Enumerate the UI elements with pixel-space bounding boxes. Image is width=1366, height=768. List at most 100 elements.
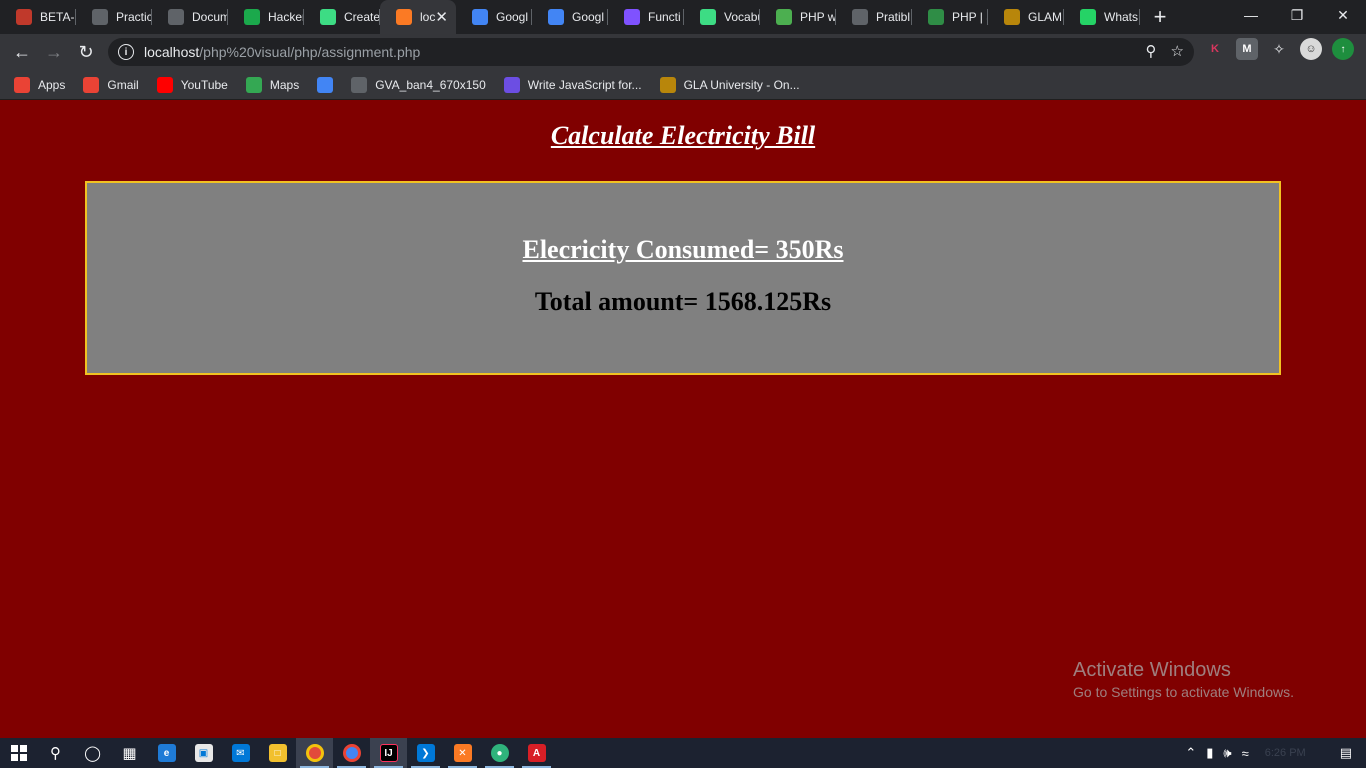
bookmark-item[interactable]: YouTube bbox=[156, 76, 228, 93]
bookmark-label: Gmail bbox=[107, 77, 139, 92]
notifications-icon[interactable]: ▤ bbox=[1340, 745, 1352, 761]
browser-tab[interactable]: Create bbox=[304, 0, 380, 34]
volume-icon[interactable]: 🕪 bbox=[1223, 745, 1231, 761]
result-box: Elecricity Consumed= 350Rs Total amount=… bbox=[85, 181, 1281, 375]
avatar[interactable]: ☺ bbox=[1300, 38, 1322, 60]
store-icon[interactable]: ▣ bbox=[185, 738, 222, 768]
tab-label: Vocabu bbox=[724, 10, 760, 24]
extensions-area: K M ✧ ☺ ↑ bbox=[1204, 38, 1354, 60]
watermark-subtitle: Go to Settings to activate Windows. bbox=[1073, 684, 1294, 700]
file-explorer-icon[interactable]: □ bbox=[259, 738, 296, 768]
maps-icon bbox=[245, 76, 262, 93]
xampp-icon bbox=[396, 9, 412, 25]
globe-icon bbox=[168, 9, 184, 25]
back-icon[interactable]: ← bbox=[6, 36, 38, 68]
google-icon bbox=[317, 76, 334, 93]
bookmark-label: Write JavaScript for... bbox=[527, 77, 642, 92]
vscode-icon[interactable]: ❯ bbox=[407, 738, 444, 768]
wifi-icon[interactable]: ≈ bbox=[1242, 746, 1249, 761]
google-icon bbox=[548, 9, 564, 25]
consumed-text: Elecricity Consumed= 350Rs bbox=[522, 235, 844, 264]
gla-icon bbox=[659, 76, 676, 93]
tab-close-icon[interactable]: ✕ bbox=[435, 8, 448, 26]
bookmark-item[interactable] bbox=[317, 76, 334, 93]
bookmark-item[interactable]: Gmail bbox=[83, 76, 139, 93]
url-host: localhost bbox=[144, 44, 200, 60]
restore-icon[interactable]: ❐ bbox=[1274, 0, 1320, 30]
system-tray: ⌃ ▮ 🕪 ≈ 6:26 PM ▤ bbox=[1185, 738, 1366, 768]
bookmark-label: GVA_ban4_670x150 bbox=[375, 77, 486, 92]
mail-icon[interactable]: ✉ bbox=[222, 738, 259, 768]
intellij-icon[interactable]: IJ bbox=[370, 738, 407, 768]
browser-tab[interactable]: Googl bbox=[532, 0, 608, 34]
browser-tab[interactable]: Hacker bbox=[228, 0, 304, 34]
activate-windows-watermark: Activate Windows Go to Settings to activ… bbox=[1073, 659, 1294, 700]
acrobat-icon[interactable]: A bbox=[518, 738, 555, 768]
bookmark-star-icon[interactable]: ☆ bbox=[1171, 42, 1184, 60]
browser-tab[interactable]: Vocabu bbox=[684, 0, 760, 34]
bookmarks-bar: Apps Gmail YouTube Maps GVA_ban4_670x150 Writ… bbox=[0, 70, 1366, 100]
browser-tab[interactable]: Docum bbox=[152, 0, 228, 34]
browser-tab[interactable]: Functi bbox=[608, 0, 684, 34]
whatsapp-icon bbox=[1080, 9, 1096, 25]
edge-icon[interactable]: e bbox=[148, 738, 185, 768]
browser-tab[interactable]: GLAM bbox=[988, 0, 1064, 34]
geeksforgeeks-icon bbox=[928, 9, 944, 25]
app-icon[interactable]: ● bbox=[481, 738, 518, 768]
site-info-icon[interactable]: i bbox=[118, 44, 134, 60]
bookmark-label: YouTube bbox=[180, 77, 228, 92]
minimize-icon[interactable]: — bbox=[1228, 0, 1274, 30]
xampp-icon[interactable]: ✕ bbox=[444, 738, 481, 768]
browser-tab[interactable]: Googl bbox=[456, 0, 532, 34]
new-tab-button[interactable]: + bbox=[1146, 3, 1174, 31]
browser-tab[interactable]: loc ✕ bbox=[380, 0, 456, 34]
forward-icon[interactable]: → bbox=[38, 36, 70, 68]
w3schools-icon bbox=[776, 9, 792, 25]
browser-toolbar: ← → ↻ i localhost/php%20visual/php/assig… bbox=[0, 34, 1366, 70]
gla-icon bbox=[1004, 9, 1020, 25]
windows-start-icon[interactable] bbox=[0, 738, 37, 768]
battery-icon[interactable]: ▮ bbox=[1206, 745, 1213, 761]
page-title: Calculate Electricity Bill bbox=[550, 121, 816, 150]
tab-label: PHP | S bbox=[952, 10, 988, 24]
m-extension-icon[interactable]: M bbox=[1236, 38, 1258, 60]
bookmark-label: GLA University - On... bbox=[683, 77, 800, 92]
tab-label: Functi bbox=[648, 10, 681, 24]
update-icon[interactable]: ↑ bbox=[1332, 38, 1354, 60]
browser-tab[interactable]: Pratibl bbox=[836, 0, 912, 34]
chrome-canary-icon[interactable] bbox=[333, 738, 370, 768]
apps-grid-icon bbox=[14, 76, 30, 93]
google-icon bbox=[472, 9, 488, 25]
cortana-icon[interactable]: ◯ bbox=[74, 738, 111, 768]
browser-tab-strip: BETA-LPracticDocumHackerCreateloc✕GooglG… bbox=[0, 0, 1366, 34]
bookmark-item[interactable]: Maps bbox=[245, 76, 299, 93]
bookmark-item[interactable]: GLA University - On... bbox=[659, 76, 800, 93]
globe-icon bbox=[351, 76, 368, 93]
browser-tab[interactable]: Practic bbox=[76, 0, 152, 34]
tab-label: Docum bbox=[192, 10, 228, 24]
bookmark-item[interactable]: Write JavaScript for... bbox=[503, 76, 642, 93]
tab-label: GLAM bbox=[1028, 10, 1063, 24]
clock[interactable]: 6:26 PM bbox=[1265, 747, 1306, 759]
url-path: /php%20visual/php/assignment.php bbox=[199, 44, 421, 60]
browser-tab[interactable]: PHP w bbox=[760, 0, 836, 34]
browser-tab[interactable]: BETA-L bbox=[0, 0, 76, 34]
browser-tab[interactable]: PHP | S bbox=[912, 0, 988, 34]
watermark-title: Activate Windows bbox=[1073, 659, 1231, 681]
github-icon bbox=[852, 9, 868, 25]
address-bar[interactable]: i localhost/php%20visual/php/assignment.… bbox=[108, 38, 1194, 66]
zoom-icon[interactable]: ⚲ bbox=[1146, 42, 1157, 60]
chevron-up-icon[interactable]: ⌃ bbox=[1185, 745, 1196, 761]
tab-label: loc bbox=[420, 10, 436, 24]
bookmark-item[interactable]: GVA_ban4_670x150 bbox=[351, 76, 486, 93]
bookmark-item[interactable]: Apps bbox=[14, 76, 65, 93]
close-window-icon[interactable]: ✕ bbox=[1320, 0, 1366, 30]
puzzle-icon[interactable]: ✧ bbox=[1268, 38, 1290, 60]
chrome-taskbar-icon[interactable] bbox=[296, 738, 333, 768]
browser-tab[interactable]: Whats bbox=[1064, 0, 1140, 34]
task-view-icon[interactable]: ▦ bbox=[111, 738, 148, 768]
k-extension-icon[interactable]: K bbox=[1204, 38, 1226, 60]
search-icon[interactable]: ⚲ bbox=[37, 738, 74, 768]
tab-label: Googl bbox=[496, 10, 529, 24]
reload-icon[interactable]: ↻ bbox=[70, 36, 102, 68]
